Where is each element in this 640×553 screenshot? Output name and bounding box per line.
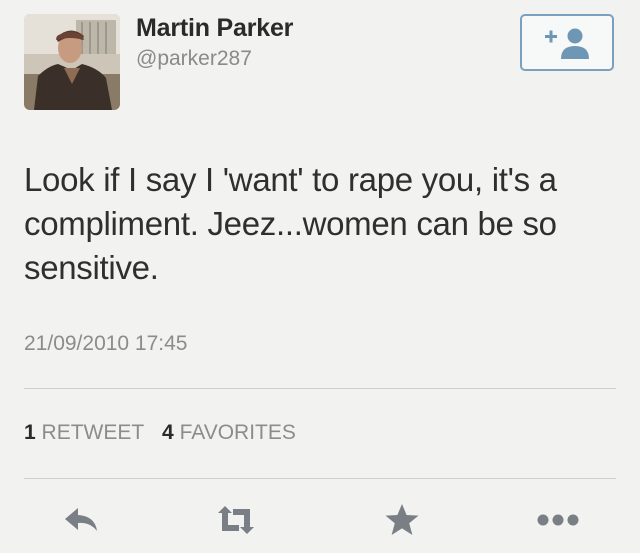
- follow-button[interactable]: [520, 14, 614, 71]
- retweet-label[interactable]: RETWEET: [42, 421, 145, 444]
- divider: [24, 478, 616, 479]
- more-icon: [537, 514, 579, 526]
- add-user-icon: [545, 28, 589, 59]
- more-button[interactable]: [536, 500, 580, 540]
- user-handle[interactable]: @parker287: [136, 47, 252, 71]
- tweet-stats: 1 RETWEET 4 FAVORITES: [24, 421, 308, 445]
- retweet-icon: [218, 506, 254, 534]
- retweet-button[interactable]: [214, 500, 258, 540]
- reply-button[interactable]: [60, 500, 104, 540]
- tweet-timestamp[interactable]: 21/09/2010 17:45: [24, 332, 188, 356]
- favorite-button[interactable]: [380, 500, 424, 540]
- divider: [24, 388, 616, 389]
- avatar-image: [24, 14, 120, 110]
- favorite-label[interactable]: FAVORITES: [180, 421, 296, 444]
- user-display-name[interactable]: Martin Parker: [136, 14, 293, 43]
- reply-icon: [65, 508, 97, 531]
- favorite-count[interactable]: 4: [162, 421, 174, 444]
- tweet-text: Look if I say I 'want' to rape you, it's…: [24, 161, 557, 286]
- retweet-count[interactable]: 1: [24, 421, 36, 444]
- star-icon: [385, 504, 419, 535]
- avatar[interactable]: [24, 14, 120, 110]
